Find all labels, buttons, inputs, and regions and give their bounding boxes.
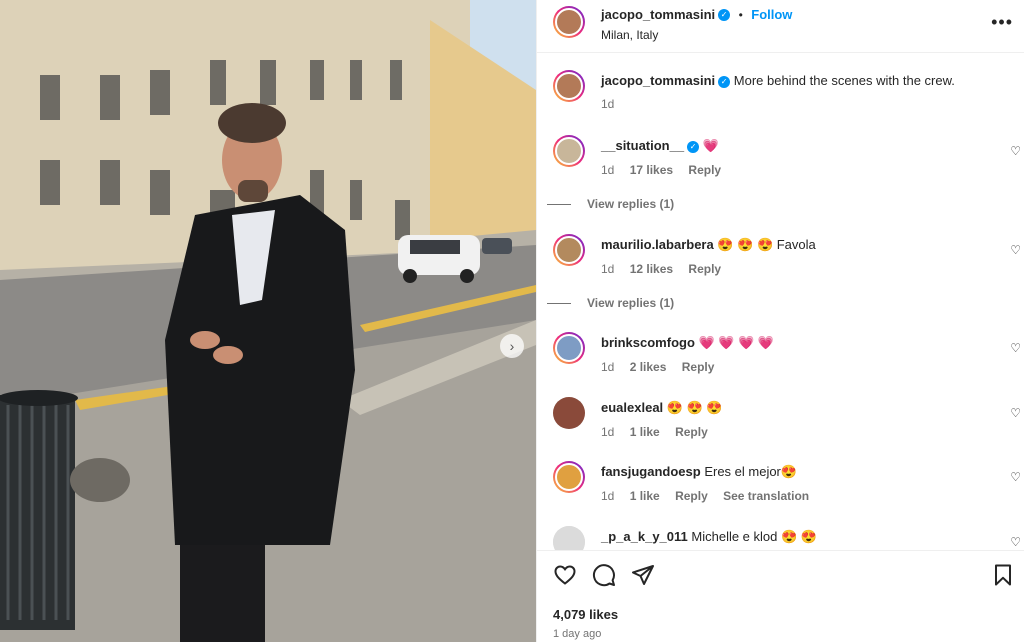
post-photo: › bbox=[0, 0, 536, 642]
comment-text: _p_a_k_y_011 Michelle e klod 😍 😍 bbox=[601, 528, 981, 546]
post-header: jacopo_tommasini ✓ • Follow Milan, Italy … bbox=[537, 0, 1024, 53]
caption-username[interactable]: jacopo_tommasini bbox=[601, 73, 715, 88]
comment-time: 1d bbox=[601, 425, 615, 439]
comment-body: 😍 😍 😍 bbox=[666, 400, 723, 415]
like-comment-heart-icon[interactable]: ♡ bbox=[1010, 470, 1021, 484]
comment-meta: 1d 17 likes Reply bbox=[601, 163, 733, 177]
commenter-username[interactable]: __situation__ bbox=[601, 138, 684, 153]
heart-icon[interactable] bbox=[553, 563, 577, 587]
post-location[interactable]: Milan, Italy bbox=[601, 28, 792, 42]
comment-body: Michelle e klod 😍 😍 bbox=[691, 529, 817, 544]
reply-button[interactable]: Reply bbox=[682, 360, 715, 374]
next-photo-button[interactable]: › bbox=[500, 334, 524, 358]
more-options-icon[interactable]: ••• bbox=[991, 12, 1013, 33]
separator-dot: • bbox=[738, 8, 743, 22]
commenter-username[interactable]: _p_a_k_y_011 bbox=[601, 529, 688, 544]
commenter-avatar[interactable] bbox=[553, 461, 585, 493]
commenter-avatar[interactable] bbox=[553, 135, 585, 167]
view-replies-button[interactable]: View replies (1) bbox=[547, 197, 674, 211]
like-comment-heart-icon[interactable]: ♡ bbox=[1010, 243, 1021, 257]
chevron-right-icon: › bbox=[509, 338, 515, 354]
bookmark-icon[interactable] bbox=[991, 563, 1015, 587]
like-comment-heart-icon[interactable]: ♡ bbox=[1010, 535, 1021, 549]
comment-text: __situation__ ✓ 💗 bbox=[601, 137, 981, 155]
comment-text: fansjugandoesp Eres el mejor😍 bbox=[601, 463, 981, 481]
commenter-avatar[interactable] bbox=[553, 332, 585, 364]
comment-time: 1d bbox=[601, 163, 615, 177]
comment-time: 1d bbox=[601, 360, 615, 374]
comment-likes[interactable]: 12 likes bbox=[630, 262, 673, 276]
commenter-username[interactable]: brinkscomfogo bbox=[601, 335, 695, 350]
reply-button[interactable]: Reply bbox=[688, 163, 721, 177]
verified-badge-icon: ✓ bbox=[718, 8, 731, 21]
post-time: 1 day ago bbox=[553, 628, 602, 640]
commenter-username[interactable]: maurilio.labarbera bbox=[601, 237, 714, 252]
comment-text: brinkscomfogo 💗 💗 💗 💗 bbox=[601, 334, 981, 352]
see-translation-button[interactable]: See translation bbox=[723, 489, 809, 503]
comment-likes[interactable]: 2 likes bbox=[630, 360, 667, 374]
commenter-username[interactable]: eualexleal bbox=[601, 400, 663, 415]
comment-body: 💗 bbox=[702, 138, 719, 153]
verified-badge-icon: ✓ bbox=[687, 140, 700, 153]
like-comment-heart-icon[interactable]: ♡ bbox=[1010, 341, 1021, 355]
commenter-avatar[interactable] bbox=[553, 526, 585, 550]
comment-likes[interactable]: 17 likes bbox=[630, 163, 673, 177]
comment-text: eualexleal 😍 😍 😍 bbox=[601, 399, 981, 417]
comment-likes[interactable]: 1 like bbox=[630, 489, 660, 503]
reply-button[interactable]: Reply bbox=[675, 489, 708, 503]
comment-meta: 1d 1 like Reply bbox=[601, 425, 720, 439]
street-photo-image bbox=[0, 0, 536, 642]
commenter-username[interactable]: fansjugandoesp bbox=[601, 464, 701, 479]
caption-avatar[interactable] bbox=[553, 70, 585, 102]
like-comment-heart-icon[interactable]: ♡ bbox=[1010, 144, 1021, 158]
comment-meta: 1d 2 likes Reply bbox=[601, 360, 726, 374]
reply-button[interactable]: Reply bbox=[675, 425, 708, 439]
view-replies-button[interactable]: View replies (1) bbox=[547, 296, 674, 310]
author-info: jacopo_tommasini ✓ • Follow Milan, Italy bbox=[601, 6, 792, 42]
reply-button[interactable]: Reply bbox=[688, 262, 721, 276]
commenter-avatar[interactable] bbox=[553, 234, 585, 266]
caption-meta: 1d bbox=[601, 97, 626, 111]
caption-text: jacopo_tommasini ✓ More behind the scenes… bbox=[601, 72, 981, 90]
comment-icon[interactable] bbox=[592, 563, 616, 587]
author-avatar[interactable] bbox=[553, 6, 585, 38]
comment-body: 😍 😍 😍 Favola bbox=[717, 237, 816, 252]
like-comment-heart-icon[interactable]: ♡ bbox=[1010, 406, 1021, 420]
like-count[interactable]: 4,079 likes bbox=[553, 607, 618, 622]
verified-badge-icon: ✓ bbox=[718, 75, 731, 88]
comment-meta: 1d 1 like Reply See translation bbox=[601, 489, 821, 503]
comment-time: 1d bbox=[601, 489, 615, 503]
caption-body: More behind the scenes with the crew. bbox=[733, 73, 955, 88]
comments-list: jacopo_tommasini ✓ More behind the scenes… bbox=[537, 53, 1024, 550]
commenter-avatar[interactable] bbox=[553, 397, 585, 429]
post-side-panel: jacopo_tommasini ✓ • Follow Milan, Italy … bbox=[536, 0, 1024, 642]
comment-likes[interactable]: 1 like bbox=[630, 425, 660, 439]
comment-time: 1d bbox=[601, 262, 615, 276]
caption-time: 1d bbox=[601, 97, 615, 111]
author-username[interactable]: jacopo_tommasini bbox=[601, 7, 715, 22]
comment-text: maurilio.labarbera 😍 😍 😍 Favola bbox=[601, 236, 981, 254]
comment-body: 💗 💗 💗 💗 bbox=[698, 335, 775, 350]
comment-meta: 1d 12 likes Reply bbox=[601, 262, 733, 276]
comment-body: Eres el mejor😍 bbox=[704, 464, 798, 479]
share-icon[interactable] bbox=[631, 563, 655, 587]
follow-button[interactable]: Follow bbox=[751, 7, 792, 22]
post-actions-footer: 4,079 likes 1 day ago bbox=[537, 550, 1024, 643]
